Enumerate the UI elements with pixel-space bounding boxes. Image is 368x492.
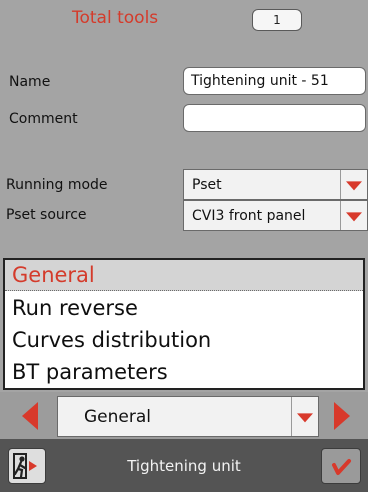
name-label: Name <box>9 74 51 90</box>
pset-source-label: Pset source <box>6 207 87 223</box>
pset-source-value: CVI3 front panel <box>192 208 306 224</box>
running-mode-value: Pset <box>192 177 222 193</box>
list-item-general[interactable]: General <box>5 260 363 291</box>
list-item-run-reverse[interactable]: Run reverse <box>5 293 363 324</box>
pset-source-dropdown-button[interactable] <box>340 201 367 230</box>
category-select[interactable]: General <box>57 396 319 437</box>
confirm-button[interactable] <box>321 448 361 484</box>
comment-field[interactable] <box>183 104 366 132</box>
exit-person-icon <box>13 453 37 479</box>
previous-arrow-icon[interactable] <box>22 402 38 430</box>
comment-label: Comment <box>9 111 78 127</box>
list-item-bt-parameters[interactable]: BT parameters <box>5 357 363 388</box>
category-dropdown-button[interactable] <box>291 397 318 436</box>
running-mode-label: Running mode <box>6 177 108 193</box>
list-item-curves-distribution[interactable]: Curves distribution <box>5 325 363 356</box>
total-tools-count: 1 <box>252 9 302 31</box>
name-field[interactable]: Tightening unit - 51 <box>183 67 366 95</box>
total-tools-label: Total tools <box>72 8 159 28</box>
next-arrow-icon[interactable] <box>334 402 350 430</box>
chevron-down-icon <box>346 180 362 190</box>
running-mode-dropdown-button[interactable] <box>340 170 367 199</box>
chevron-down-icon <box>346 211 362 221</box>
checkmark-icon <box>332 459 351 475</box>
running-mode-select[interactable]: Pset <box>183 169 368 200</box>
exit-button[interactable] <box>8 448 46 484</box>
settings-category-list[interactable]: General Run reverse Curves distribution … <box>3 258 365 390</box>
pset-source-select[interactable]: CVI3 front panel <box>183 200 368 231</box>
chevron-down-icon <box>297 412 313 422</box>
screen-title: Tightening unit <box>127 457 241 475</box>
category-select-value: General <box>84 407 151 427</box>
